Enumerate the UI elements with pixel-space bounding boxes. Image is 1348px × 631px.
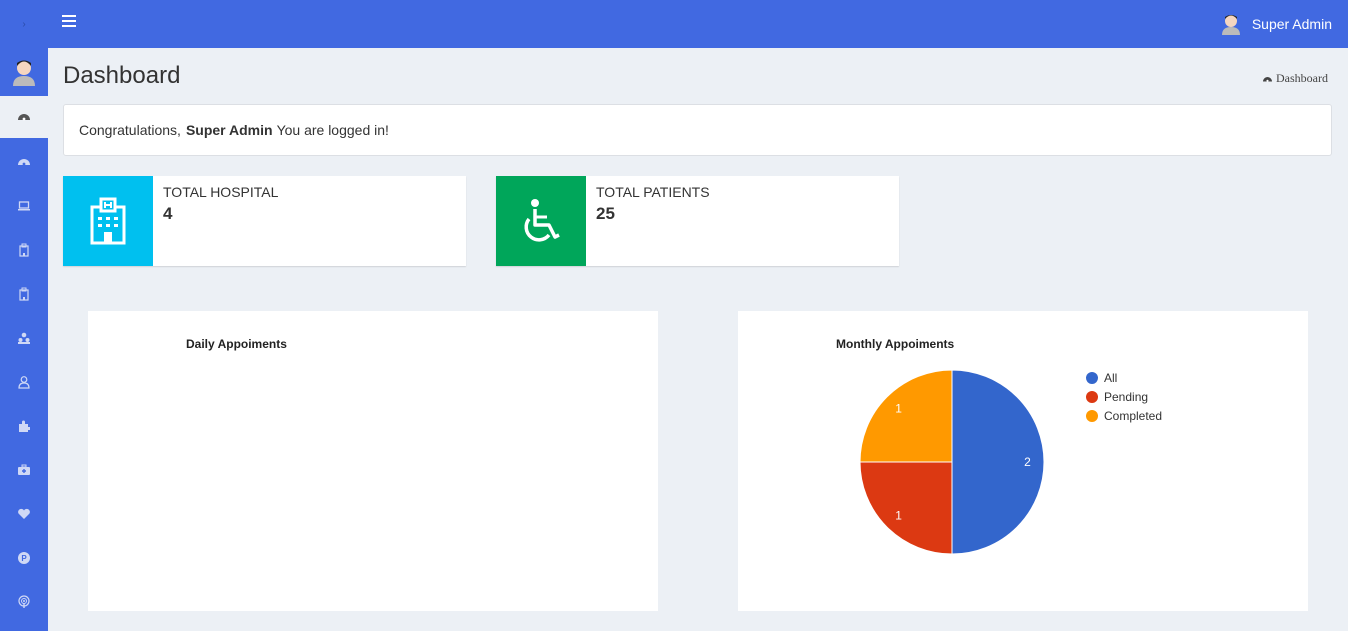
- sidebar-item-hospital-2[interactable]: [0, 272, 48, 316]
- user-name: Super Admin: [1251, 16, 1332, 32]
- chart-legend: All Pending Completed: [1086, 368, 1162, 425]
- daily-appointments-panel: Daily Appoiments: [88, 311, 658, 611]
- total-patients-label: TOTAL PATIENTS: [596, 184, 710, 200]
- hospital-icon: [63, 176, 153, 266]
- daily-appointments-title: Daily Appoiments: [186, 337, 287, 351]
- svg-text:P: P: [21, 554, 27, 563]
- pie-label-all: 2: [1024, 455, 1031, 469]
- hospital-icon: [19, 287, 29, 301]
- monthly-appointments-panel: Monthly Appoiments 2 1 1 All Pending Complet…: [738, 311, 1308, 611]
- legend-item-completed[interactable]: Completed: [1086, 406, 1162, 425]
- user-menu[interactable]: Super Admin: [1220, 0, 1332, 48]
- breadcrumb-label: Dashboard: [1276, 71, 1328, 85]
- parking-icon: P: [18, 552, 30, 564]
- legend-swatch: [1086, 409, 1098, 422]
- legend-item-all[interactable]: All: [1086, 368, 1162, 387]
- sidebar-item-heart[interactable]: [0, 492, 48, 536]
- legend-label: Pending: [1104, 389, 1149, 404]
- legend-label: All: [1104, 370, 1118, 385]
- medkit-icon: [18, 464, 30, 475]
- sidebar-item-medkit[interactable]: [0, 448, 48, 492]
- sidebar-item-dashboard[interactable]: [0, 96, 48, 140]
- welcome-alert: Congratulations, Super Admin You are log…: [63, 104, 1332, 156]
- sidebar: P: [0, 48, 48, 631]
- sidebar-avatar: [0, 48, 48, 96]
- logo-icon[interactable]: ›: [0, 0, 48, 48]
- top-navbar: › Super Admin: [0, 0, 1348, 48]
- heart-icon: [18, 508, 30, 519]
- legend-swatch: [1086, 390, 1098, 403]
- user-avatar-icon: [13, 60, 35, 86]
- monthly-pie-chart[interactable]: 2 1 1: [852, 362, 1052, 562]
- total-patients-box: TOTAL PATIENTS 25: [496, 176, 899, 266]
- legend-swatch: [1086, 371, 1098, 384]
- alert-prefix: Congratulations,: [79, 122, 181, 138]
- pie-label-completed: 1: [895, 402, 902, 416]
- pie-slice-pending[interactable]: [859, 461, 953, 555]
- sidebar-item-laptop[interactable]: [0, 184, 48, 228]
- wheelchair-icon: [496, 176, 586, 266]
- sidebar-item-user[interactable]: [0, 360, 48, 404]
- sidebar-item-users[interactable]: [0, 316, 48, 360]
- monthly-appointments-title: Monthly Appoiments: [836, 337, 955, 351]
- total-patients-value: 25: [596, 204, 615, 223]
- pie-slice-completed[interactable]: [859, 369, 953, 463]
- sidebar-item-puzzle[interactable]: [0, 404, 48, 448]
- total-hospital-value: 4: [163, 204, 173, 223]
- sidebar-item-podcast[interactable]: [0, 580, 48, 624]
- users-icon: [18, 332, 30, 344]
- legend-label: Completed: [1104, 408, 1163, 423]
- alert-suffix: You are logged in!: [276, 122, 389, 138]
- sidebar-item-parking[interactable]: P: [0, 536, 48, 580]
- user-icon: [18, 376, 30, 389]
- puzzle-icon: [19, 420, 30, 432]
- hospital-icon: [19, 243, 29, 257]
- legend-item-pending[interactable]: Pending: [1086, 387, 1162, 406]
- dashboard-icon: [1263, 77, 1273, 82]
- dashboard-icon: [18, 159, 30, 166]
- main-content: Dashboard Dashboard Congratulations, Sup…: [48, 48, 1348, 631]
- alert-username: Super Admin: [185, 122, 273, 138]
- dashboard-icon: [18, 114, 30, 121]
- user-avatar-icon: [1221, 15, 1240, 35]
- total-hospital-label: TOTAL HOSPITAL: [163, 184, 279, 200]
- hamburger-icon[interactable]: [62, 15, 76, 31]
- sidebar-item-hospital[interactable]: [0, 228, 48, 272]
- page-title: Dashboard: [63, 62, 181, 89]
- pie-label-pending: 1: [895, 508, 902, 522]
- podcast-icon: [18, 595, 30, 608]
- total-hospital-box: TOTAL HOSPITAL 4: [63, 176, 466, 266]
- sidebar-item-dashboard-2[interactable]: [0, 140, 48, 184]
- breadcrumb[interactable]: Dashboard: [1262, 71, 1328, 86]
- laptop-icon: [18, 201, 30, 211]
